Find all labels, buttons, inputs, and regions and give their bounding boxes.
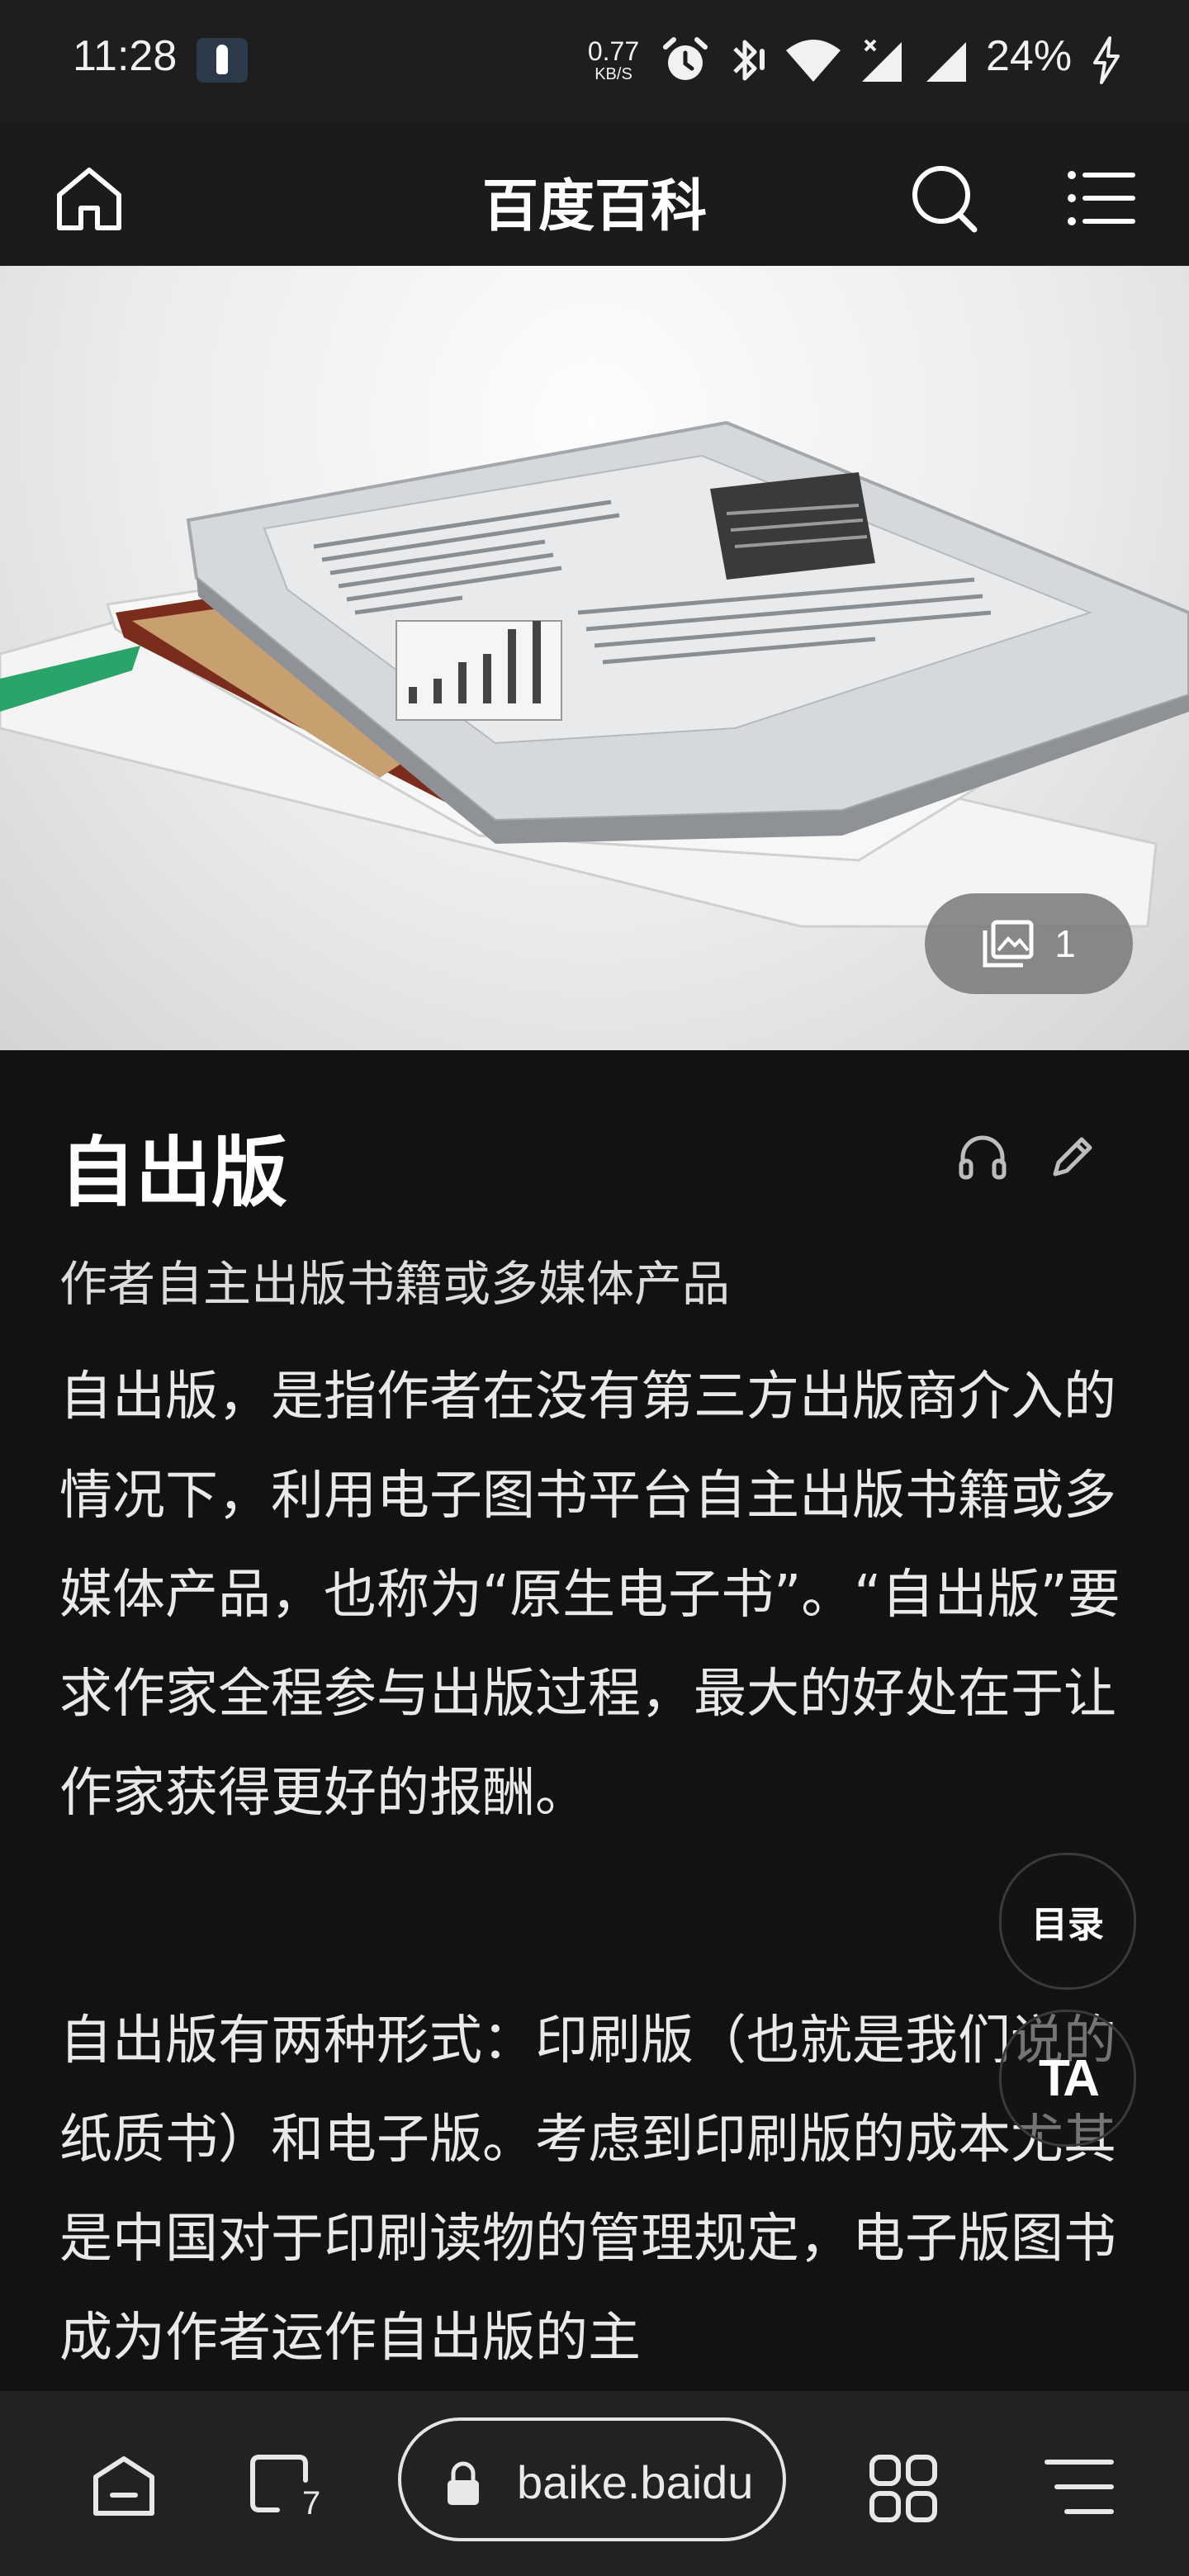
gallery-badge[interactable]: 1	[925, 893, 1133, 994]
menu-icon[interactable]	[1060, 159, 1139, 238]
status-time: 11:28	[73, 32, 178, 80]
headphones-icon[interactable]	[956, 1131, 1009, 1184]
gallery-icon	[983, 920, 1034, 968]
toc-button[interactable]: 目录	[999, 1853, 1136, 1990]
article-paragraph: 自出版有两种形式：印刷版（也就是我们说的纸质书）和电子版。考虑到印刷版的成本尤其…	[59, 2010, 1116, 2369]
browser-bottom-bar: 7 baike.baidu	[0, 2391, 1189, 2576]
bluetooth-icon	[733, 40, 765, 81]
alarm-icon	[663, 37, 708, 80]
status-bar: 11:28 0.77 KB/S 24%	[0, 0, 1189, 121]
charging-icon	[1093, 36, 1120, 84]
article-title: 自出版	[59, 1129, 288, 1217]
lock-icon	[448, 2461, 479, 2505]
tab-count: 7	[302, 2485, 321, 2522]
article-paragraph: 自出版，是指作者在没有第三方出版商介入的情况下，利用电子图书平台自主出版书籍或多…	[59, 1366, 1120, 1824]
hero-image[interactable]: 1	[0, 266, 1189, 1050]
article-subtitle: 作者自主出版书籍或多媒体产品	[59, 1256, 731, 1312]
signal-icon	[862, 39, 902, 82]
battery-level: 24%	[986, 32, 1073, 80]
menu-icon[interactable]	[1042, 2454, 1116, 2520]
top-nav: 百度百科	[0, 121, 1189, 266]
app-notification-icon	[197, 38, 248, 83]
grid-icon[interactable]	[869, 2454, 938, 2523]
page-title: 百度百科	[481, 174, 707, 239]
signal-icon	[926, 42, 966, 82]
network-speed: 0.77 KB/S	[585, 38, 642, 83]
ta-button[interactable]: TA	[999, 2010, 1136, 2147]
home-icon[interactable]	[83, 2454, 165, 2520]
gallery-count: 1	[1054, 922, 1076, 965]
url-bar[interactable]: baike.baidu	[398, 2417, 786, 2541]
pencil-icon[interactable]	[1045, 1131, 1098, 1184]
network-speed-value: 0.77	[587, 36, 640, 66]
url-text: baike.baidu	[517, 2456, 754, 2508]
status-icons	[661, 33, 971, 88]
wifi-icon	[786, 40, 841, 82]
search-icon[interactable]	[905, 159, 984, 238]
network-speed-unit: KB/S	[594, 65, 632, 83]
